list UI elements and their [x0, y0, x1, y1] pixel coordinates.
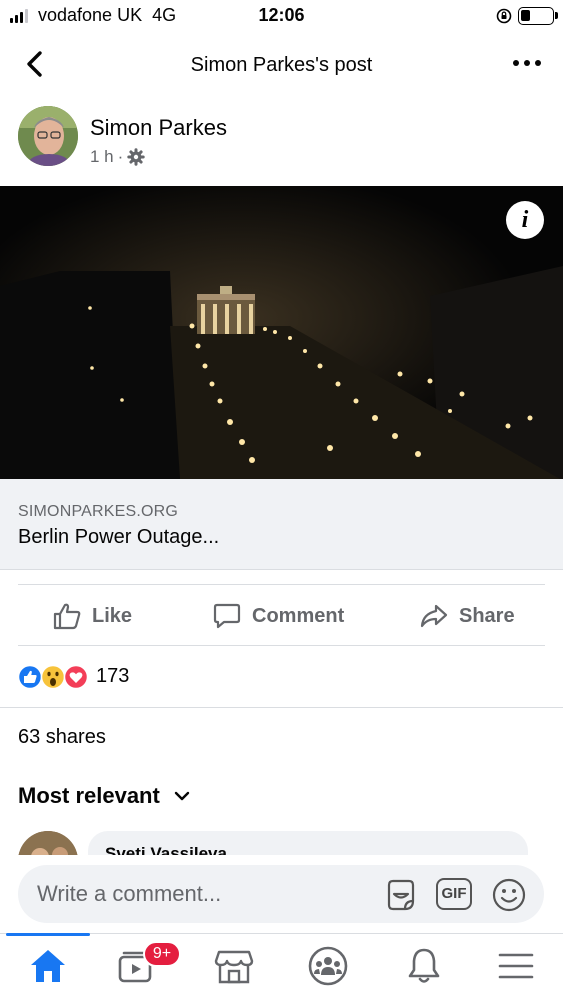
link-preview[interactable] — [0, 479, 563, 570]
home-icon[interactable] — [26, 944, 70, 988]
comment-label: Comment — [252, 604, 345, 627]
battery-icon — [518, 7, 554, 25]
chevron-down-icon — [174, 791, 190, 801]
wow-reaction-icon — [40, 664, 66, 690]
post-meta: 1 h · — [90, 147, 146, 167]
groups-icon[interactable] — [306, 944, 350, 988]
author-name[interactable]: Simon Parkes — [90, 115, 227, 141]
divider — [0, 707, 563, 708]
post-time: 1 h — [90, 147, 114, 166]
notifications-icon[interactable] — [402, 944, 446, 988]
sticker-icon[interactable] — [383, 877, 419, 913]
orientation-lock-icon — [496, 8, 512, 24]
page-title: Simon Parkes's post — [190, 54, 373, 76]
reaction-icons[interactable] — [18, 664, 92, 690]
comment-placeholder[interactable]: Write a comment... — [37, 881, 221, 907]
gear-icon — [127, 148, 146, 166]
meta-separator: · — [117, 147, 124, 166]
author-avatar[interactable] — [18, 106, 78, 166]
comment-sort-dropdown[interactable]: Most relevant — [18, 783, 190, 809]
post-photo[interactable] — [0, 186, 563, 479]
comment-bubble-icon — [213, 603, 241, 629]
divider — [18, 584, 545, 585]
tab-bar — [0, 933, 563, 1000]
love-reaction-icon — [63, 664, 89, 690]
share-button[interactable]: Share — [419, 598, 515, 634]
menu-icon[interactable] — [494, 944, 538, 988]
link-title: Berlin Power Outage... — [18, 526, 220, 548]
sort-label: Most relevant — [18, 783, 160, 808]
comment-button[interactable]: Comment — [212, 598, 344, 634]
like-reaction-icon — [18, 664, 43, 690]
reaction-count[interactable]: 173 — [96, 665, 129, 688]
active-tab-indicator — [6, 933, 90, 936]
like-button[interactable]: Like — [52, 598, 132, 634]
status-time: 12:06 — [258, 5, 305, 25]
watch-badge: 9+ — [143, 941, 181, 967]
emoji-icon[interactable] — [491, 877, 527, 913]
marketplace-icon[interactable] — [212, 944, 256, 988]
info-button[interactable]: i — [506, 201, 544, 239]
share-label: Share — [459, 604, 515, 627]
more-dots-icon[interactable] — [512, 58, 542, 68]
gif-button[interactable]: GIF — [436, 878, 472, 910]
share-arrow-icon — [420, 604, 448, 628]
battery-tip — [555, 12, 558, 19]
shares-count[interactable]: 63 shares — [18, 726, 106, 749]
thumbs-up-icon — [53, 603, 81, 630]
like-label: Like — [92, 604, 133, 627]
divider — [18, 645, 545, 646]
link-domain: SIMONPARKES.ORG — [18, 503, 179, 520]
